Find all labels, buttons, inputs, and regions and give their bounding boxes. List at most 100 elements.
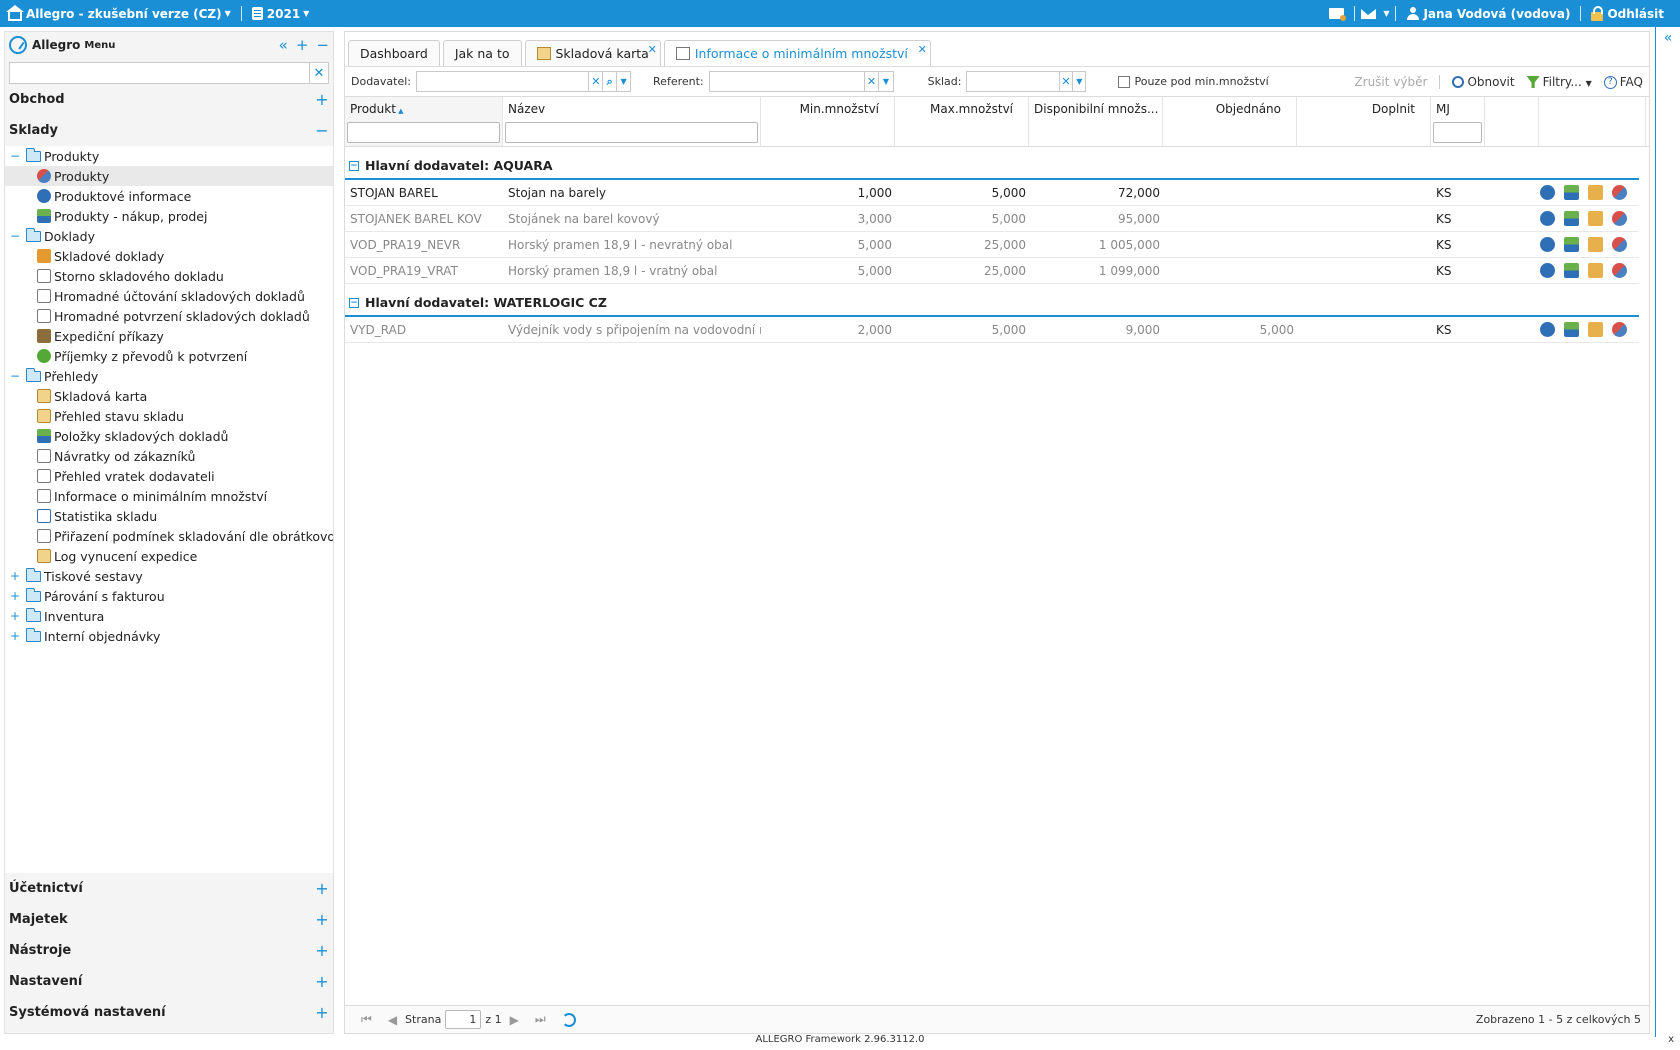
- column-header[interactable]: Objednáno: [1163, 97, 1297, 146]
- tab-informace-o-minimálním-množství[interactable]: Informace o minimálním množství ✕: [663, 40, 931, 66]
- tree-toggle-icon[interactable]: −: [9, 149, 21, 163]
- tree-item[interactable]: − Doklady: [5, 226, 333, 246]
- chevron-down-icon[interactable]: ▼: [1383, 9, 1389, 18]
- last-page-icon[interactable]: ⏭: [535, 1012, 546, 1027]
- column-header[interactable]: Produkt ▲: [345, 97, 503, 146]
- tree-item[interactable]: − Přehledy: [5, 366, 333, 386]
- tree-item[interactable]: Návratky od zákazníků: [5, 446, 333, 466]
- tree-item[interactable]: Položky skladových dokladů: [5, 426, 333, 446]
- prev-page-icon[interactable]: ◀: [388, 1013, 397, 1027]
- stock-card-icon[interactable]: [1588, 185, 1603, 200]
- tree-item[interactable]: Přehled stavu skladu: [5, 406, 333, 426]
- product-detail-icon[interactable]: [1612, 211, 1627, 226]
- table-row[interactable]: VYD_RAD Výdejník vody s připojením na vod…: [345, 317, 1639, 343]
- tree-item[interactable]: Log vynucení expedice: [5, 546, 333, 566]
- tree-toggle-icon[interactable]: +: [9, 569, 21, 583]
- user-menu[interactable]: Jana Vodová (vodova): [1402, 7, 1574, 21]
- tree-item[interactable]: Expediční příkazy: [5, 326, 333, 346]
- mail-icon[interactable]: [1361, 8, 1377, 19]
- product-info-icon[interactable]: [1540, 263, 1555, 278]
- first-page-icon[interactable]: ⏮: [361, 1012, 372, 1027]
- tab-dashboard[interactable]: Dashboard: [348, 40, 440, 66]
- column-header[interactable]: Max.množství: [895, 97, 1029, 146]
- group-header[interactable]: − Hlavní dodavatel: AQUARA: [345, 153, 1639, 180]
- product-detail-icon[interactable]: [1612, 185, 1627, 200]
- expand-all-icon[interactable]: +: [296, 36, 309, 54]
- product-detail-icon[interactable]: [1612, 237, 1627, 252]
- clear-referent-icon[interactable]: ✕: [863, 72, 878, 91]
- tree-item[interactable]: Produktové informace: [5, 186, 333, 206]
- tree-toggle-icon[interactable]: +: [9, 629, 21, 643]
- product-detail-icon[interactable]: [1612, 263, 1627, 278]
- tree-item[interactable]: + Interní objednávky: [5, 626, 333, 646]
- chevron-down-icon[interactable]: ▼: [616, 72, 630, 91]
- tree-item[interactable]: Produkty: [5, 166, 333, 186]
- column-header[interactable]: Disponibilní množs...: [1029, 97, 1163, 146]
- search-icon[interactable]: ⌕: [602, 72, 616, 91]
- buy-sell-icon[interactable]: [1564, 211, 1579, 226]
- table-row[interactable]: STOJANEK BAREL KOV Stojánek na barel kovo…: [345, 206, 1639, 232]
- collapse-group-icon[interactable]: −: [349, 297, 359, 308]
- section-toggle-icon[interactable]: +: [315, 941, 329, 960]
- table-row[interactable]: VOD_PRA19_VRAT Horský pramen 18,9 l - vra…: [345, 258, 1639, 284]
- buy-sell-icon[interactable]: [1564, 185, 1579, 200]
- tree-item[interactable]: + Tiskové sestavy: [5, 566, 333, 586]
- collapse-group-icon[interactable]: −: [349, 160, 359, 171]
- stock-card-icon[interactable]: [1588, 263, 1603, 278]
- tree-item[interactable]: Statistika skladu: [5, 506, 333, 526]
- stock-card-icon[interactable]: [1588, 237, 1603, 252]
- tree-item[interactable]: Hromadné potvrzení skladových dokladů: [5, 306, 333, 326]
- tree-item[interactable]: Přiřazení podmínek skladování dle obrátk…: [5, 526, 333, 546]
- close-footer-icon[interactable]: x: [1668, 1034, 1674, 1045]
- buy-sell-icon[interactable]: [1564, 237, 1579, 252]
- section-toggle-icon[interactable]: −: [315, 121, 329, 140]
- tree-item[interactable]: Produkty - nákup, prodej: [5, 206, 333, 226]
- tree-item[interactable]: Skladové doklady: [5, 246, 333, 266]
- section-toggle-icon[interactable]: +: [315, 972, 329, 991]
- table-row[interactable]: VOD_PRA19_NEVR Horský pramen 18,9 l - nev…: [345, 232, 1639, 258]
- product-detail-icon[interactable]: [1612, 322, 1627, 337]
- tree-toggle-icon[interactable]: −: [9, 369, 21, 383]
- expand-right-panel-icon[interactable]: «: [1656, 30, 1680, 46]
- referent-input[interactable]: [709, 72, 864, 91]
- notes-icon[interactable]: [1329, 8, 1347, 21]
- sidebar-section-účetnictví[interactable]: Účetnictví +: [5, 873, 333, 904]
- logout-button[interactable]: Odhlásit: [1587, 5, 1668, 21]
- close-tab-icon[interactable]: ✕: [648, 43, 657, 56]
- tree-item[interactable]: Skladová karta: [5, 386, 333, 406]
- clear-search-icon[interactable]: ✕: [309, 63, 328, 83]
- tree-item[interactable]: Příjemky z převodů k potvrzení: [5, 346, 333, 366]
- sidebar-section-nastavení[interactable]: Nastavení +: [5, 966, 333, 997]
- stock-card-icon[interactable]: [1588, 211, 1603, 226]
- section-toggle-icon[interactable]: +: [315, 90, 329, 109]
- tree-item[interactable]: Hromadné účtování skladových dokladů: [5, 286, 333, 306]
- chevron-down-icon[interactable]: ▼: [1072, 72, 1085, 91]
- section-toggle-icon[interactable]: +: [315, 1003, 329, 1022]
- tree-item[interactable]: Storno skladového dokladu: [5, 266, 333, 286]
- sidebar-section-systémová-nastavení[interactable]: Systémová nastavení +: [5, 997, 333, 1028]
- menu-search-input[interactable]: [10, 63, 309, 83]
- page-input[interactable]: 1: [445, 1010, 482, 1029]
- sidebar-section-sklady[interactable]: Sklady −: [5, 115, 333, 146]
- warehouse-input[interactable]: [967, 72, 1059, 91]
- column-filter-input[interactable]: [505, 122, 758, 143]
- buy-sell-icon[interactable]: [1564, 322, 1579, 337]
- tab-jak-na-to[interactable]: Jak na to: [442, 40, 522, 66]
- column-header[interactable]: MJ: [1431, 97, 1485, 146]
- section-toggle-icon[interactable]: +: [315, 910, 329, 929]
- reload-icon[interactable]: [561, 1012, 576, 1027]
- only-below-min-checkbox[interactable]: [1118, 75, 1131, 88]
- column-filter-input[interactable]: [1433, 122, 1482, 143]
- buy-sell-icon[interactable]: [1564, 263, 1579, 278]
- chevron-down-icon[interactable]: ▼: [878, 72, 892, 91]
- clear-supplier-icon[interactable]: ✕: [588, 72, 602, 91]
- tree-toggle-icon[interactable]: +: [9, 589, 21, 603]
- supplier-input[interactable]: [417, 72, 589, 91]
- tree-toggle-icon[interactable]: +: [9, 609, 21, 623]
- product-info-icon[interactable]: [1540, 185, 1555, 200]
- faq-button[interactable]: ? FAQ: [1603, 75, 1643, 89]
- tab-skladová-karta[interactable]: Skladová karta ✕: [524, 40, 661, 66]
- sidebar-section-majetek[interactable]: Majetek +: [5, 904, 333, 935]
- app-menu[interactable]: Allegro - zkušební verze (CZ) ▼: [0, 4, 235, 21]
- refresh-button[interactable]: Obnovit: [1452, 75, 1515, 89]
